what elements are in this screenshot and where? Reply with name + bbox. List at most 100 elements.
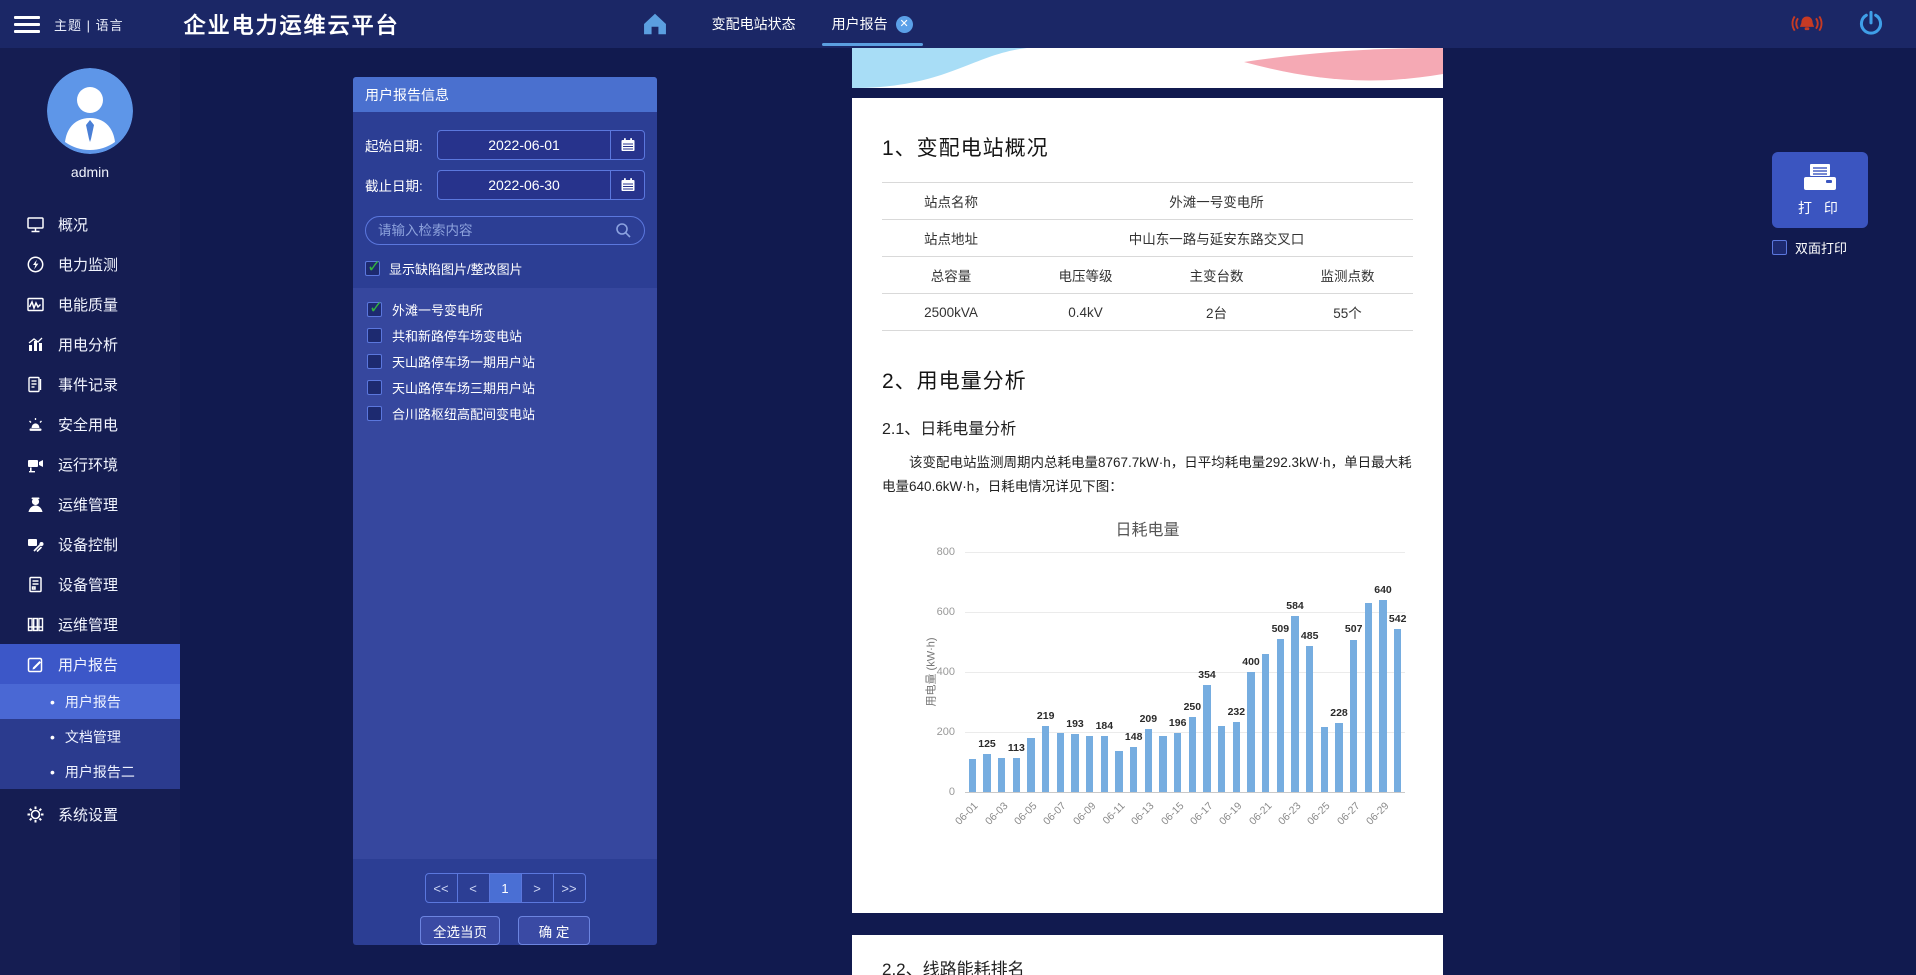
chart-y-tick: 0 <box>948 785 955 798</box>
hamburger-menu-icon[interactable] <box>14 12 40 37</box>
table-header-row: 总容量 电压等级 主变台数 监测点数 <box>882 256 1413 294</box>
chart-bar <box>1247 671 1255 792</box>
show-defect-checkbox[interactable] <box>365 257 381 277</box>
user-profile: admin <box>0 48 180 180</box>
section22-heading: 2.2、线路能耗排名 <box>882 960 1025 975</box>
station-row[interactable]: 天山路停车场三期用户站 <box>353 374 657 400</box>
end-date-value[interactable]: 2022-06-30 <box>438 171 610 199</box>
chart-bar <box>1085 736 1094 792</box>
sidebar-item-label: 运行环境 <box>58 456 119 474</box>
chart-bar <box>1188 716 1197 792</box>
gear-icon <box>27 806 44 822</box>
sidebar-item-device-management[interactable]: 设备管理 <box>0 564 180 604</box>
start-date-calendar-button[interactable] <box>610 131 644 159</box>
sidebar-item-ops-management-2[interactable]: 运维管理 <box>0 604 180 644</box>
power-button[interactable] <box>1854 7 1888 41</box>
print-button[interactable]: 打 印 <box>1772 152 1868 228</box>
pagination-last[interactable]: >> <box>552 873 586 903</box>
confirm-button[interactable]: 确 定 <box>518 916 590 945</box>
top-bar: 主题 | 语言 企业电力运维云平台 变配电站状态 用户报告 ✕ <box>0 0 1916 48</box>
sidebar-item-device-control[interactable]: 设备控制 <box>0 524 180 564</box>
report-filter-panel: 用户报告信息 起始日期: 2022-06-01 截止日期: 2022-06-30… <box>353 77 657 945</box>
end-date-input[interactable]: 2022-06-30 <box>437 170 645 200</box>
section2-heading: 2、用电量分析 <box>882 370 1027 393</box>
chart-bar <box>1335 723 1343 792</box>
sidebar-item-system-settings[interactable]: 系统设置 <box>0 794 180 834</box>
sidebar-item-label: 设备管理 <box>58 576 119 594</box>
pagination-current-page[interactable]: 1 <box>488 873 522 903</box>
sidebar-item-label: 运维管理 <box>58 496 119 514</box>
sidebar-subitem-doc-management[interactable]: 文档管理 <box>0 719 180 754</box>
station-checkbox[interactable] <box>367 405 382 421</box>
tab-user-report[interactable]: 用户报告 ✕ <box>814 0 931 48</box>
tab-substation-status[interactable]: 变配电站状态 <box>694 0 814 48</box>
station-checkbox[interactable] <box>367 327 382 343</box>
sidebar-item-safe-power[interactable]: 安全用电 <box>0 404 180 444</box>
tools-icon <box>28 538 44 552</box>
pagination-next[interactable]: > <box>520 873 554 903</box>
avatar[interactable] <box>47 68 133 154</box>
station-row[interactable]: 天山路停车场一期用户站 <box>353 348 657 374</box>
sidebar-subitem-user-report[interactable]: 用户报告 <box>0 684 180 719</box>
table-cell: 2500kVA <box>882 293 1021 331</box>
submenu-item-label: 用户报告二 <box>64 763 135 780</box>
submenu-item-label: 文档管理 <box>64 728 121 745</box>
sidebar-item-label: 电能质量 <box>58 296 119 314</box>
tab-close-icon[interactable]: ✕ <box>895 15 913 33</box>
sidebar-item-event-log[interactable]: 事件记录 <box>0 364 180 404</box>
pagination-first[interactable]: << <box>424 873 458 903</box>
power-icon <box>1859 10 1883 35</box>
consumption-summary-paragraph: 该变配电站监测周期内总耗电量8767.7kW·h，日平均耗电量292.3kW·h… <box>882 455 1412 495</box>
station-row[interactable]: 外滩一号变电所 <box>353 296 657 322</box>
table-row: 站点名称 外滩一号变电所 <box>882 182 1413 220</box>
station-row[interactable]: 共和新路停车场变电站 <box>353 322 657 348</box>
worker-icon <box>28 497 43 512</box>
theme-language-switcher[interactable]: 主题 | 语言 <box>54 15 124 34</box>
alarm-bell-button[interactable] <box>1790 7 1824 41</box>
archive-icon <box>27 617 44 631</box>
sidebar-item-label: 系统设置 <box>58 806 119 824</box>
chart-bar <box>1173 732 1182 792</box>
start-date-value[interactable]: 2022-06-01 <box>438 131 610 159</box>
chart-bar-value: 584 <box>1286 600 1304 613</box>
station-checkbox[interactable] <box>367 298 383 318</box>
sidebar-item-power-monitoring[interactable]: 电力监测 <box>0 244 180 284</box>
table-cell: 中山东一路与延安东路交叉口 <box>1020 219 1413 257</box>
alarm-light-icon <box>29 417 42 431</box>
report-edit-icon <box>27 657 43 672</box>
end-date-calendar-button[interactable] <box>610 171 644 199</box>
report-preview-area[interactable]: 1、变配电站概况 站点名称 外滩一号变电所 站点地址 中山东一路与延安东路交叉口… <box>852 48 1443 975</box>
search-icon[interactable] <box>615 222 632 239</box>
chart-bar <box>1217 726 1226 792</box>
sidebar-item-power-quality[interactable]: 电能质量 <box>0 284 180 324</box>
sidebar-item-ops-management[interactable]: 运维管理 <box>0 484 180 524</box>
chart-bar <box>1203 685 1211 792</box>
station-list: 外滩一号变电所 共和新路停车场变电站 天山路停车场一期用户站 天山路停 <box>353 288 657 859</box>
table-cell: 0.4kV <box>1020 293 1152 331</box>
table-header-cell: 监测点数 <box>1282 256 1413 294</box>
select-all-page-button[interactable]: 全选当页 <box>420 916 500 945</box>
sidebar-item-overview[interactable]: 概况 <box>0 204 180 244</box>
chart-bar <box>1129 747 1138 792</box>
sidebar-item-environment[interactable]: 运行环境 <box>0 444 180 484</box>
chart-bar <box>1071 733 1079 792</box>
pagination-prev[interactable]: < <box>456 873 490 903</box>
table-row: 2500kVA 0.4kV 2台 55个 <box>882 293 1413 331</box>
sidebar-item-label: 概况 <box>58 216 89 234</box>
chart-bar <box>1261 653 1270 792</box>
home-button[interactable] <box>638 7 672 41</box>
show-defect-row[interactable]: 显示缺陷图片/整改图片 <box>365 257 645 278</box>
sidebar-subitem-user-report-2[interactable]: 用户报告二 <box>0 754 180 789</box>
sidebar-item-user-report[interactable]: 用户报告 <box>0 644 180 684</box>
sidebar-item-usage-analysis[interactable]: 用电分析 <box>0 324 180 364</box>
report-page-2: 2.2、线路能耗排名 <box>852 935 1443 975</box>
sidebar-item-label: 运维管理 <box>58 616 119 634</box>
search-input[interactable] <box>378 223 615 239</box>
station-row[interactable]: 合川路枢纽高配间变电站 <box>353 400 657 426</box>
duplex-print-option[interactable]: 双面打印 <box>1772 238 1868 257</box>
duplex-checkbox[interactable] <box>1772 240 1787 255</box>
sidebar: admin 概况 电力监测 电能质量 用电分析 事件记录 安全用电 运行环境 运… <box>0 48 180 975</box>
start-date-input[interactable]: 2022-06-01 <box>437 130 645 160</box>
station-checkbox[interactable] <box>367 379 382 395</box>
station-checkbox[interactable] <box>367 353 382 369</box>
